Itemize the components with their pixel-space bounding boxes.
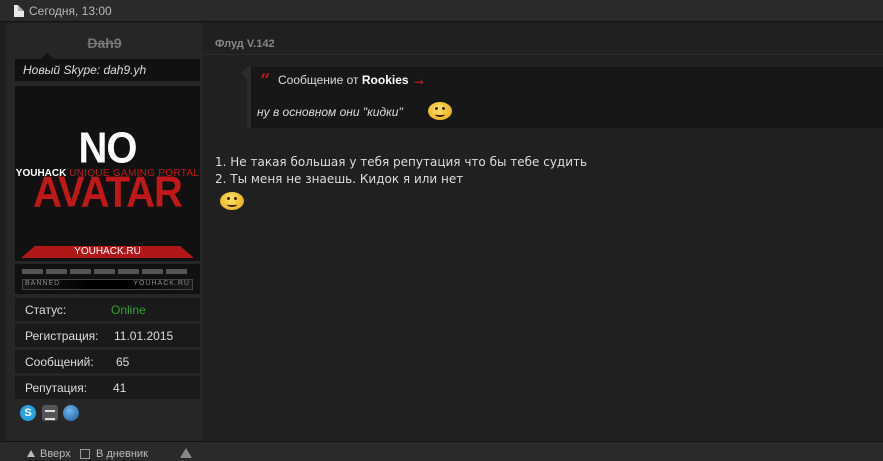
avatar[interactable]: NO AVATAR YOUHACK UNIQUE GAMING PORTAL Y… — [15, 86, 200, 261]
status-value: Online — [111, 303, 146, 317]
diary-link[interactable]: В дневник — [96, 448, 148, 460]
registration-value: 11.01.2015 — [114, 329, 174, 343]
quote-mark-icon: “ — [260, 70, 271, 91]
rank-segment — [118, 269, 139, 274]
arrow-up-icon[interactable] — [27, 450, 35, 457]
info-row-reputation: Репутация: 41 — [15, 376, 200, 399]
info-label: Репутация: — [25, 381, 88, 395]
banned-label: BANNED — [25, 280, 61, 287]
rank-segment — [46, 269, 67, 274]
info-label: Статус: — [25, 303, 67, 317]
rank-segment — [70, 269, 91, 274]
quote-block: “ Сообщение от Rookies ➞ ну в основном о… — [241, 67, 883, 128]
rank-banner: BANNED YOUHACK.RU — [15, 264, 200, 294]
post-date: Сегодня, 13:00 — [29, 4, 112, 18]
divider — [203, 54, 883, 55]
avatar-subtitle: YOUHACK UNIQUE GAMING PORTAL — [15, 168, 200, 179]
username[interactable]: Dah9 — [6, 35, 203, 51]
info-row-registration: Регистрация: 11.01.2015 — [15, 324, 200, 347]
document-icon — [14, 5, 24, 17]
skype-icon[interactable]: S — [20, 405, 36, 421]
diary-icon[interactable] — [80, 449, 90, 459]
post-header: Сегодня, 13:00 — [0, 0, 883, 22]
smiley-icon — [220, 192, 244, 210]
quote-text: ну в основном они "кидки" — [257, 105, 403, 119]
user-status-message: Новый Skype: dah9.yh — [15, 53, 200, 81]
rank-segment — [22, 269, 43, 274]
info-label: Сообщений: — [25, 355, 94, 369]
rank-segment — [142, 269, 163, 274]
steam-icon[interactable] — [42, 405, 58, 421]
info-label: Регистрация: — [25, 329, 99, 343]
rank-segment — [166, 269, 187, 274]
thread-title[interactable]: Флуд V.142 — [215, 38, 275, 50]
quote-header: Сообщение от Rookies — [278, 73, 409, 87]
post-footer: Вверх В дневник — [0, 441, 883, 461]
reputation-value: 41 — [113, 381, 127, 395]
report-warning-icon[interactable] — [180, 448, 192, 458]
messages-value: 65 — [116, 355, 130, 369]
post-line: 1. Не такая большая у тебя репутация что… — [215, 155, 588, 169]
user-sidebar: Dah9 Новый Skype: dah9.yh NO AVATAR YOUH… — [6, 23, 203, 441]
laughing-smiley-icon — [428, 102, 452, 120]
quote-link-arrow-icon[interactable]: ➞ — [414, 75, 424, 89]
info-row-messages: Сообщений: 65 — [15, 350, 200, 373]
post-content: Флуд V.142 “ Сообщение от Rookies ➞ ну в… — [203, 23, 883, 441]
post-line: 2. Ты меня не знаешь. Кидок я или нет — [215, 172, 464, 186]
info-row-status: Статус: Online — [15, 298, 200, 321]
banned-bar: BANNED YOUHACK.RU — [22, 279, 193, 290]
quote-author[interactable]: Rookies — [362, 73, 409, 87]
avatar-bar-text: YOUHACK.RU — [74, 246, 141, 257]
website-icon[interactable] — [63, 405, 79, 421]
up-link[interactable]: Вверх — [40, 448, 71, 460]
rank-segment — [94, 269, 115, 274]
site-label: YOUHACK.RU — [133, 280, 190, 287]
